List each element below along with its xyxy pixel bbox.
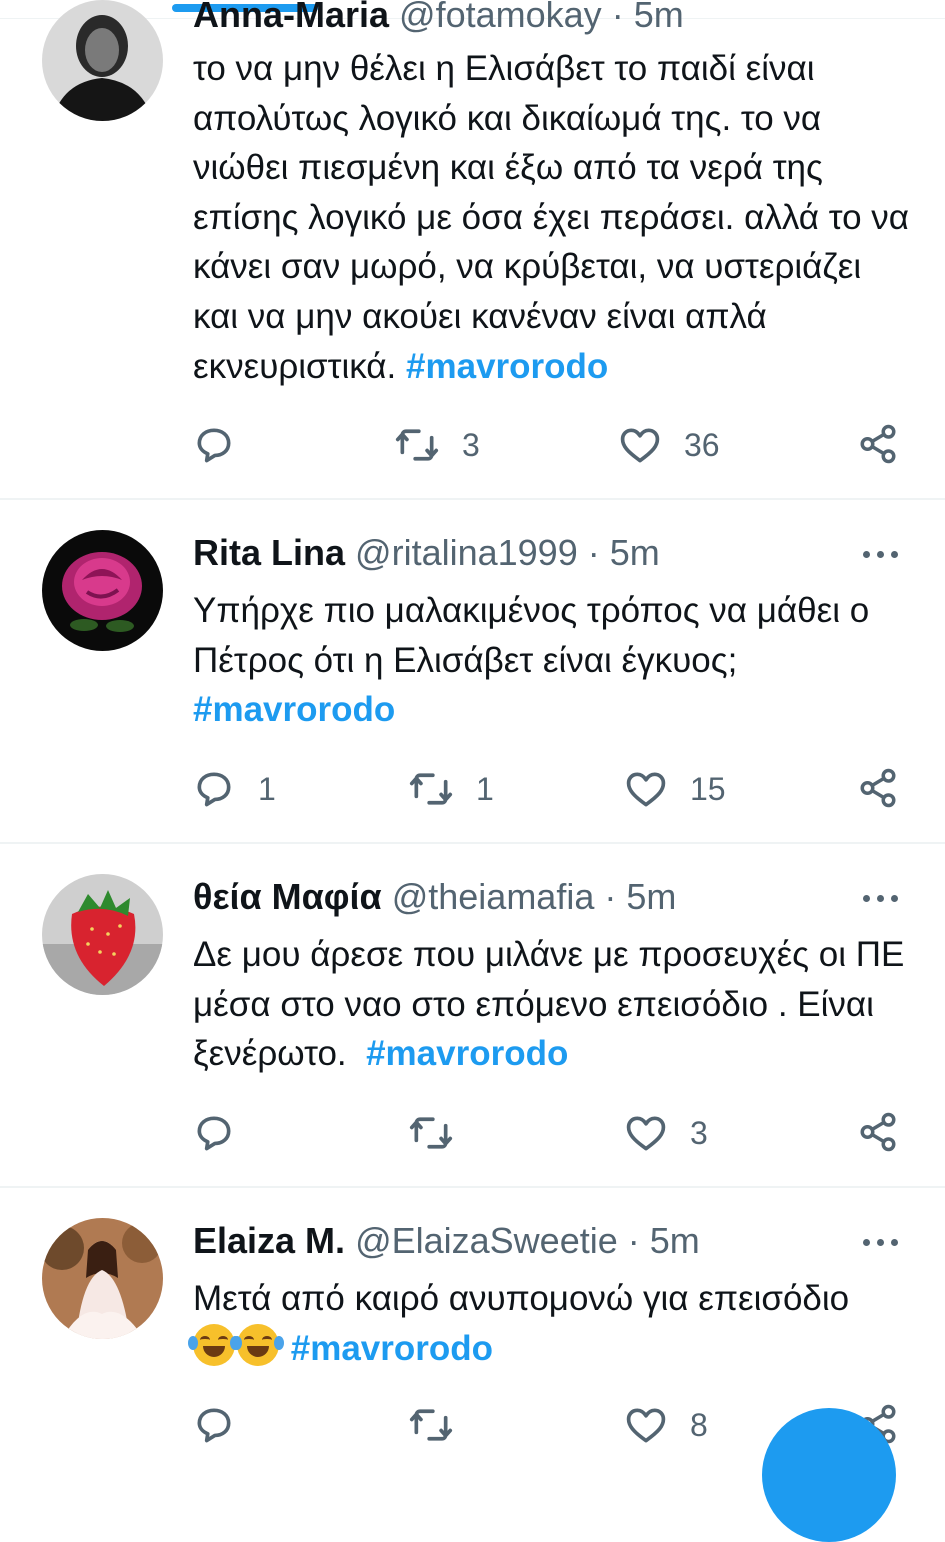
separator-dot: · <box>611 0 624 35</box>
retweet-count: 3 <box>462 426 480 463</box>
author-name[interactable]: Elaiza M. <box>193 1220 345 1261</box>
reply-button[interactable]: 1 <box>192 764 276 814</box>
rolling-on-floor-laughing-emoji <box>188 1323 240 1366</box>
tweet-body: Μετά από καιρό ανυπομονώ για επεισόδιο <box>193 1279 850 1318</box>
retweet-icon <box>409 1117 453 1149</box>
reply-icon <box>197 1408 231 1443</box>
tweet[interactable]: Anna-Maria @fotamokay · 5m το να μην θέλ… <box>0 0 945 500</box>
tweet-body: το να μην θέλει η Ελισάβετ το παιδί είνα… <box>193 49 909 386</box>
like-count: 36 <box>684 426 720 463</box>
timestamp[interactable]: 5m <box>610 532 660 573</box>
dot-icon <box>877 1239 884 1246</box>
separator-dot: · <box>587 532 600 573</box>
like-button[interactable]: 8 <box>624 1400 708 1450</box>
retweet-button[interactable]: 1 <box>408 764 494 814</box>
reply-icon <box>197 1116 231 1151</box>
tweet-header: θεία Μαφία @theiamafia · 5m <box>193 872 905 922</box>
author-name[interactable]: θεία Μαφία <box>193 876 382 917</box>
dot-icon <box>891 1239 898 1246</box>
retweet-button[interactable] <box>408 1108 476 1158</box>
heart-icon <box>620 428 660 463</box>
author-handle[interactable]: @ElaizaSweetie <box>355 1220 618 1261</box>
dot-icon <box>863 1239 870 1246</box>
dot-icon <box>877 895 884 902</box>
author-handle[interactable]: @theiamafia <box>392 876 595 917</box>
author-handle[interactable]: @fotamokay <box>399 0 602 35</box>
author-name[interactable]: Rita Lina <box>193 532 345 573</box>
tweet-text: το να μην θέλει η Ελισάβετ το παιδί είνα… <box>193 44 915 391</box>
tweet[interactable]: θεία Μαφία @theiamafia · 5m Δε μου άρεσε… <box>0 844 945 1188</box>
reply-icon <box>197 772 231 807</box>
timestamp[interactable]: 5m <box>626 876 676 917</box>
tweet-header: Rita Lina @ritalina1999 · 5m <box>193 528 905 578</box>
woman-in-dress-avatar[interactable] <box>42 1218 163 1339</box>
tweet-actions: 3 36 <box>0 420 945 470</box>
separator-dot: · <box>604 876 617 917</box>
compose-tweet-button[interactable] <box>762 1408 896 1542</box>
separator-dot: · <box>627 1220 640 1261</box>
hashtag-link[interactable]: #mavrorodo <box>193 690 395 729</box>
more-options-button[interactable] <box>863 548 899 560</box>
tweet-actions: 1 1 15 <box>0 764 945 814</box>
reply-button[interactable] <box>192 420 258 470</box>
like-button[interactable]: 15 <box>624 764 726 814</box>
reply-count: 1 <box>258 770 276 807</box>
reply-button[interactable] <box>192 1108 258 1158</box>
more-options-button[interactable] <box>863 892 899 904</box>
heart-icon <box>626 772 666 807</box>
strawberry-avatar[interactable] <box>42 874 163 995</box>
tweet-text: Μετά από καιρό ανυπομονώ για επεισόδιο #… <box>188 1274 915 1373</box>
share-icon <box>860 424 896 464</box>
dot-icon <box>891 895 898 902</box>
like-button[interactable]: 3 <box>624 1108 708 1158</box>
like-count: 8 <box>690 1406 708 1443</box>
share-icon <box>860 1112 896 1152</box>
author-handle[interactable]: @ritalina1999 <box>355 532 578 573</box>
dot-icon <box>877 551 884 558</box>
share-button[interactable] <box>857 766 899 815</box>
tweet-actions: 3 <box>0 1108 945 1158</box>
retweet-count: 1 <box>476 770 494 807</box>
retweet-icon <box>395 429 439 461</box>
hashtag-link[interactable]: #mavrorodo <box>366 1034 568 1073</box>
author-name[interactable]: Anna-Maria <box>193 0 389 35</box>
hashtag-link[interactable]: #mavrorodo <box>406 347 608 386</box>
share-icon <box>860 768 896 808</box>
dot-icon <box>863 551 870 558</box>
retweet-icon <box>409 1409 453 1441</box>
like-count: 3 <box>690 1114 708 1151</box>
more-options-button[interactable] <box>863 1236 899 1248</box>
like-count: 15 <box>690 770 726 807</box>
hashtag-link[interactable]: #mavrorodo <box>291 1329 493 1368</box>
tweet-text: Δε μου άρεσε που μιλάνε με προσευχές οι … <box>193 930 915 1079</box>
woman-portrait-avatar[interactable] <box>42 0 163 121</box>
dot-icon <box>863 895 870 902</box>
heart-icon <box>626 1408 666 1443</box>
rolling-on-floor-laughing-emoji <box>232 1323 284 1366</box>
tweet-header: Anna-Maria @fotamokay · 5m <box>193 0 905 40</box>
tweet-body: Υπήρχε πιο μαλακιμένος τρόπος να μάθει ο… <box>193 591 870 680</box>
retweet-button[interactable]: 3 <box>394 420 480 470</box>
dot-icon <box>891 551 898 558</box>
tweet[interactable]: Elaiza M. @ElaizaSweetie · 5m Μετά από κ… <box>0 1188 945 1448</box>
tweet-text: Υπήρχε πιο μαλακιμένος τρόπος να μάθει ο… <box>193 586 915 735</box>
tweet[interactable]: Rita Lina @ritalina1999 · 5m Υπήρχε πιο … <box>0 500 945 844</box>
timestamp[interactable]: 5m <box>634 0 684 35</box>
like-button[interactable]: 36 <box>618 420 720 470</box>
retweet-icon <box>409 773 453 805</box>
tweet-header: Elaiza M. @ElaizaSweetie · 5m <box>193 1216 905 1266</box>
retweet-button[interactable] <box>408 1400 476 1450</box>
reply-icon <box>197 428 231 463</box>
share-button[interactable] <box>857 1110 899 1159</box>
timestamp[interactable]: 5m <box>650 1220 700 1261</box>
pink-rose-avatar[interactable] <box>42 530 163 651</box>
reply-button[interactable] <box>192 1400 258 1450</box>
share-button[interactable] <box>857 422 899 471</box>
heart-icon <box>626 1116 666 1151</box>
